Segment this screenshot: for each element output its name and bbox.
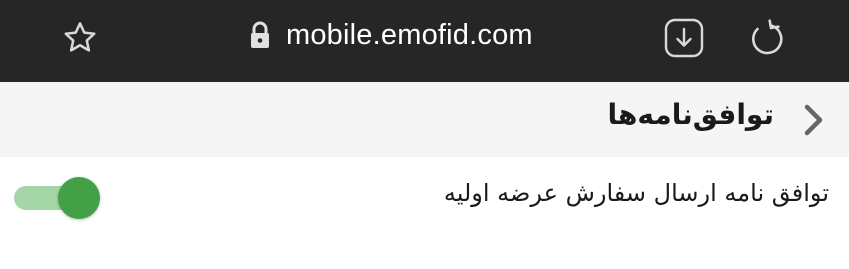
toggle-thumb[interactable] xyxy=(58,177,100,219)
agreement-toggle[interactable] xyxy=(14,177,100,219)
reload-button[interactable] xyxy=(747,18,787,58)
download-icon xyxy=(664,18,704,58)
browser-toolbar: mobile.emofid.com xyxy=(0,0,849,82)
lock-icon xyxy=(248,21,272,49)
chevron-right-icon xyxy=(804,104,823,136)
back-button[interactable] xyxy=(797,104,829,136)
address-bar[interactable]: mobile.emofid.com xyxy=(248,14,533,56)
bookmark-star-button[interactable] xyxy=(60,18,100,58)
agreement-label: توافق نامه ارسال سفارش عرضه اولیه xyxy=(443,179,829,207)
star-icon xyxy=(64,22,96,52)
url-text[interactable]: mobile.emofid.com xyxy=(286,19,533,52)
page-header: توافق‌نامه‌ها xyxy=(0,82,849,157)
page-title: توافق‌نامه‌ها xyxy=(607,98,774,131)
reload-icon xyxy=(752,19,783,55)
download-button[interactable] xyxy=(664,18,704,58)
agreement-row: توافق نامه ارسال سفارش عرضه اولیه xyxy=(0,157,849,239)
